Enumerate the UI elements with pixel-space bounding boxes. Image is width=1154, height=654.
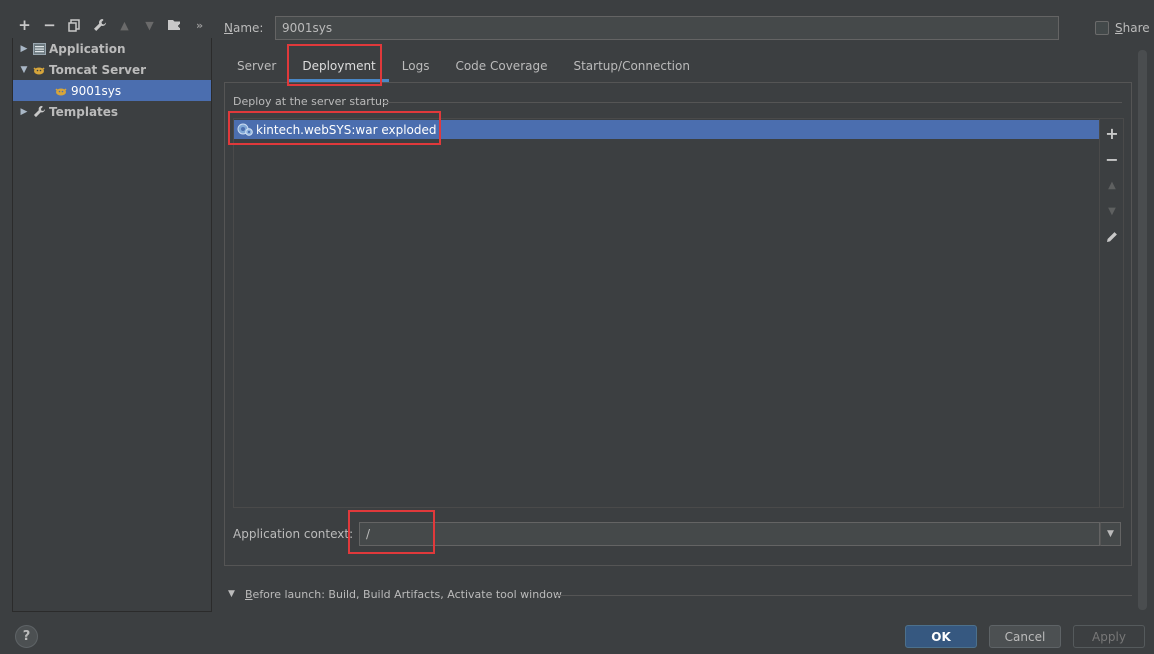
name-label: Name: xyxy=(224,18,263,38)
tab-server[interactable]: Server xyxy=(224,50,289,82)
remove-icon[interactable]: − xyxy=(37,13,62,37)
tree-item-label: Tomcat Server xyxy=(49,62,147,77)
move-up-icon[interactable]: ▲ xyxy=(1100,173,1124,197)
wrench-icon xyxy=(31,104,47,120)
collapse-arrow-icon[interactable]: ▼ xyxy=(17,65,31,75)
section-divider xyxy=(382,102,1122,103)
highlight-box-deployment-tab xyxy=(287,44,382,86)
name-label-text: ame: xyxy=(232,21,264,35)
tab-startup-connection[interactable]: Startup/Connection xyxy=(560,50,702,82)
share-checkbox[interactable] xyxy=(1095,21,1109,35)
tree-item-label: 9001sys xyxy=(71,83,122,98)
application-context-input[interactable]: / xyxy=(359,522,1100,546)
move-up-icon[interactable]: ▲ xyxy=(112,13,137,37)
artifact-toolbar: + − ▲ ▼ xyxy=(1100,118,1124,508)
move-down-icon[interactable]: ▼ xyxy=(137,13,162,37)
deploy-section-title: Deploy at the server startup xyxy=(233,95,390,108)
tomcat-config-icon xyxy=(53,83,69,99)
expand-arrow-icon[interactable]: ▶ xyxy=(17,44,31,54)
tree-item-9001sys[interactable]: 9001sys xyxy=(13,80,211,101)
expand-arrow-icon[interactable]: ▶ xyxy=(17,107,31,117)
tab-code-coverage[interactable]: Code Coverage xyxy=(442,50,560,82)
tree-item-templates[interactable]: ▶ Templates xyxy=(13,101,211,122)
ok-button[interactable]: OK xyxy=(905,625,977,648)
share-label-text: hare xyxy=(1122,21,1150,35)
help-button[interactable]: ? xyxy=(15,625,38,648)
share-label[interactable]: Share xyxy=(1115,19,1150,37)
before-launch-text: efore launch: Build, Build Artifacts, Ac… xyxy=(252,588,562,601)
config-toolbar: + − ▲ ▼ » xyxy=(12,12,212,38)
add-artifact-icon[interactable]: + xyxy=(1100,121,1124,145)
tree-item-application[interactable]: ▶ Application xyxy=(13,38,211,59)
tree-item-label: Application xyxy=(49,41,126,56)
cancel-button[interactable]: Cancel xyxy=(989,625,1061,648)
move-down-icon[interactable]: ▼ xyxy=(1100,199,1124,223)
before-launch-toggle-icon[interactable]: ▼ xyxy=(228,589,235,599)
tree-item-tomcat-server[interactable]: ▼ Tomcat Server xyxy=(13,59,211,80)
add-icon[interactable]: + xyxy=(12,13,37,37)
folder-icon[interactable] xyxy=(162,13,187,37)
copy-icon[interactable] xyxy=(62,13,87,37)
more-icon[interactable]: » xyxy=(187,13,212,37)
name-mnemonic: N xyxy=(224,21,233,35)
share-mnemonic: S xyxy=(1115,21,1123,35)
tree-item-label: Templates xyxy=(49,104,119,119)
remove-artifact-icon[interactable]: − xyxy=(1100,147,1124,171)
highlight-box-context xyxy=(348,510,435,554)
name-input[interactable]: 9001sys xyxy=(275,16,1059,40)
wrench-icon[interactable] xyxy=(87,13,112,37)
context-dropdown-icon[interactable]: ▼ xyxy=(1100,522,1121,546)
before-launch-mnemonic: B xyxy=(245,588,253,601)
context-label: Application context: xyxy=(233,527,354,541)
tab-logs[interactable]: Logs xyxy=(389,50,443,82)
artifact-list[interactable] xyxy=(233,118,1100,508)
before-launch-divider xyxy=(556,595,1132,596)
config-tree: ▶ Application ▼ Tomcat Server 9001sys ▶ … xyxy=(12,38,212,612)
edit-icon[interactable] xyxy=(1100,225,1124,249)
apply-button[interactable]: Apply xyxy=(1073,625,1145,648)
before-launch-label[interactable]: Before launch: Build, Build Artifacts, A… xyxy=(245,588,562,601)
application-icon xyxy=(31,41,47,57)
tomcat-icon xyxy=(31,62,47,78)
scrollbar[interactable] xyxy=(1138,50,1147,610)
highlight-box-artifact xyxy=(228,111,441,145)
